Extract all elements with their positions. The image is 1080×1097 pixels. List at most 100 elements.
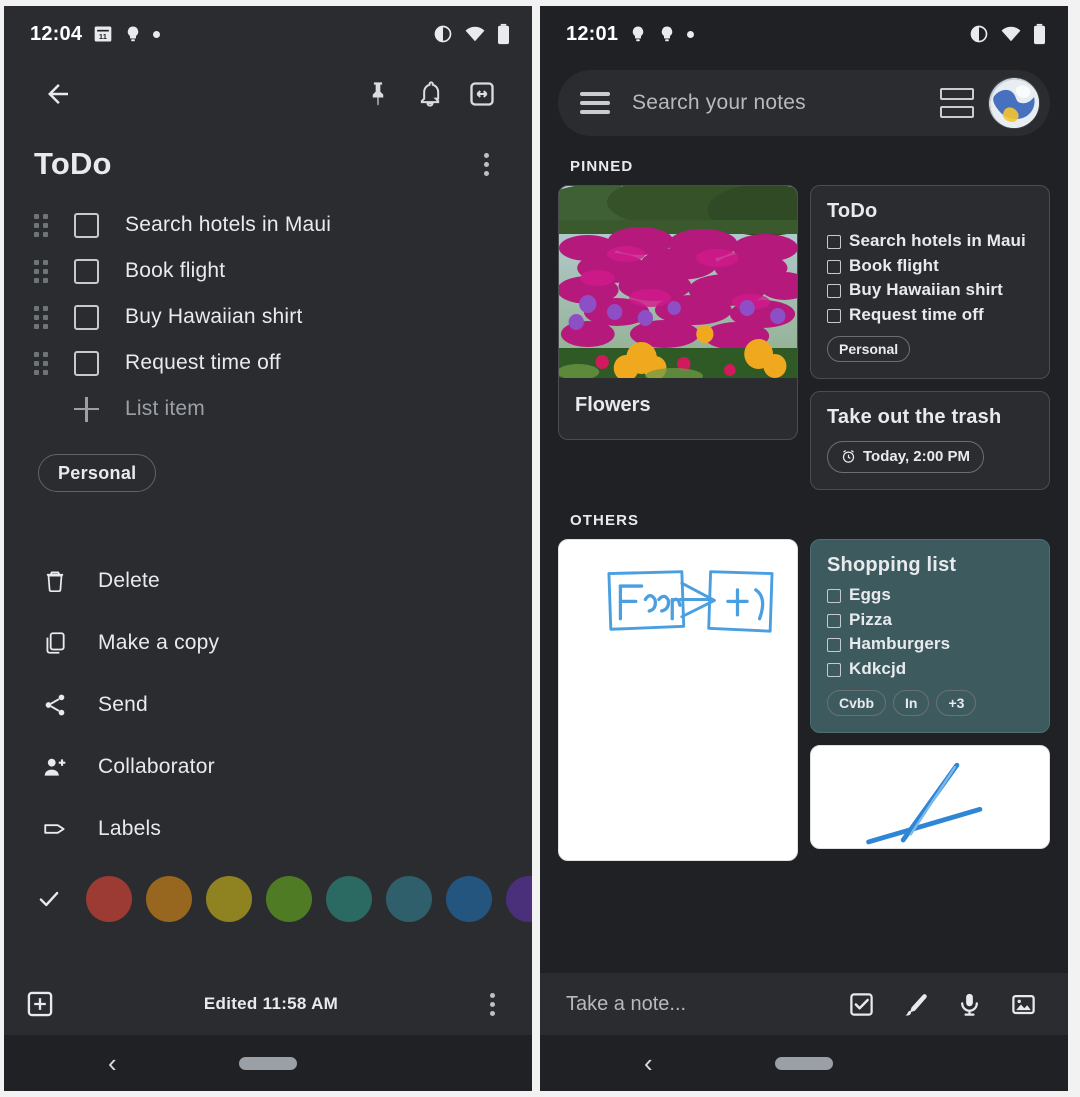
checklist-item[interactable]: Book flight [4,248,532,294]
checkbox[interactable] [827,284,841,299]
pin-icon[interactable] [352,68,404,120]
brush-icon[interactable] [888,977,942,1031]
note-labels: Personal [4,432,532,492]
add-list-item-row[interactable]: List item [4,386,532,432]
reminder-chip[interactable]: Today, 2:00 PM [827,440,984,473]
color-swatch-dusk[interactable] [506,876,532,922]
drag-handle-icon[interactable] [34,260,56,283]
back-arrow-icon[interactable] [32,68,84,120]
label-chip-personal[interactable]: Personal [38,454,157,492]
note-checklist-item[interactable]: Book flight [827,256,1033,277]
drag-handle-icon[interactable] [34,214,56,237]
note-checklist-item[interactable]: Pizza [827,610,1033,631]
avatar[interactable] [988,77,1040,129]
note-checklist-item[interactable]: Buy Hawaiian shirt [827,280,1033,301]
note-checklist-item[interactable]: Hamburgers [827,634,1033,655]
pinned-col-right: ToDo Search hotels in Maui Book flight B… [810,185,1050,490]
bell-icon[interactable] [404,68,456,120]
checklist-item[interactable]: Buy Hawaiian shirt [4,294,532,340]
note-card-todo[interactable]: ToDo Search hotels in Maui Book flight B… [810,185,1050,379]
color-swatch-fog[interactable] [386,876,432,922]
note-checklist-label: Eggs [849,584,891,604]
menu-item-make-a-copy[interactable]: Make a copy [4,612,532,674]
scribble-note [866,762,983,845]
nav-back-icon[interactable]: ‹ [644,1050,653,1076]
list-view-icon[interactable] [940,88,974,118]
search-input[interactable]: Search your notes [632,91,940,115]
checkbox-icon[interactable] [834,977,888,1031]
share-icon [28,692,82,718]
checkbox[interactable] [74,304,99,330]
mic-icon[interactable] [942,977,996,1031]
checkbox[interactable] [827,588,841,603]
drawing-note-diagram [607,570,774,633]
more-options-icon[interactable] [464,142,508,186]
note-card-scribble[interactable] [810,744,1050,849]
label-chip-in[interactable]: In [893,689,930,716]
note-checklist-item[interactable]: Search hotels in Maui [827,231,1033,252]
more-options-icon[interactable] [472,984,512,1024]
label-chip-overflow[interactable]: +3 [936,689,977,716]
color-swatch-sage[interactable] [326,876,372,922]
color-swatch-default-selected[interactable] [26,876,72,922]
menu-item-send[interactable]: Send [4,674,532,736]
right-phone-screen: 12:01 Search your notes PINNED Flowers T… [540,6,1068,1091]
calendar-icon: 11 [93,24,113,44]
note-card-drawing[interactable] [558,538,798,861]
color-swatch-coral[interactable] [86,876,132,922]
menu-item-label: Send [98,693,148,716]
notes-scroll-area[interactable]: PINNED Flowers ToDo Search hotels in Mau… [540,136,1068,973]
wifi-icon [464,25,486,43]
color-swatch-mint[interactable] [266,876,312,922]
pinned-notes-grid: Flowers ToDo Search hotels in Maui Book … [540,185,1068,490]
edited-timestamp: Edited 11:58 AM [203,994,339,1013]
checkbox[interactable] [74,258,99,284]
note-checklist-item[interactable]: Kdkcjd [827,659,1033,680]
note-checklist-item[interactable]: Request time off [827,305,1033,326]
checkbox[interactable] [827,638,841,653]
take-a-note-input[interactable]: Take a note... [566,993,834,1016]
add-box-icon[interactable] [26,982,70,1026]
menu-item-delete[interactable]: Delete [4,550,532,612]
note-checklist-label: Search hotels in Maui [849,231,1026,250]
menu-item-label: Labels [98,817,162,840]
archive-icon[interactable] [456,68,508,120]
nav-home-pill[interactable] [775,1056,833,1070]
checkbox[interactable] [827,309,841,324]
nav-home-pill[interactable] [239,1056,297,1070]
note-card-shopping-list[interactable]: Shopping list Eggs Pizza Hamburgers Kdkc… [810,538,1050,733]
color-swatch-storm[interactable] [446,876,492,922]
take-a-note-bar[interactable]: Take a note... [540,973,1068,1035]
color-swatch-sand[interactable] [206,876,252,922]
wifi-icon [1000,25,1022,43]
checklist-item[interactable]: Search hotels in Maui [4,202,532,248]
checkbox[interactable] [74,212,99,238]
color-swatch-peach[interactable] [146,876,192,922]
page-title[interactable]: ToDo [34,146,112,182]
contrast-icon [433,24,453,44]
label-chip-personal[interactable]: Personal [827,335,911,362]
note-card-flowers[interactable]: Flowers [558,185,798,440]
search-bar[interactable]: Search your notes [558,70,1050,136]
hamburger-icon[interactable] [580,92,610,114]
menu-item-collaborator[interactable]: Collaborator [4,736,532,798]
checkbox[interactable] [74,350,99,376]
checkbox[interactable] [827,663,841,678]
alarm-icon [842,450,855,464]
drag-handle-icon[interactable] [34,306,56,329]
image-icon[interactable] [996,977,1050,1031]
drag-handle-icon[interactable] [34,352,56,375]
label-chip-cvbb[interactable]: Cvbb [827,689,886,716]
checklist-item[interactable]: Request time off [4,340,532,386]
checkbox[interactable] [827,259,841,274]
checkbox[interactable] [827,235,841,249]
checkbox[interactable] [827,613,841,628]
section-header-others: OTHERS [570,511,640,529]
nav-back-icon[interactable]: ‹ [108,1050,117,1076]
plus-icon[interactable] [74,396,99,422]
copy-icon [28,630,82,656]
note-checklist-item[interactable]: Eggs [827,585,1033,606]
menu-item-labels[interactable]: Labels [4,798,532,860]
note-card-take-out-the-trash[interactable]: Take out the trash Today, 2:00 PM [810,390,1050,490]
person-add-icon [28,754,82,780]
